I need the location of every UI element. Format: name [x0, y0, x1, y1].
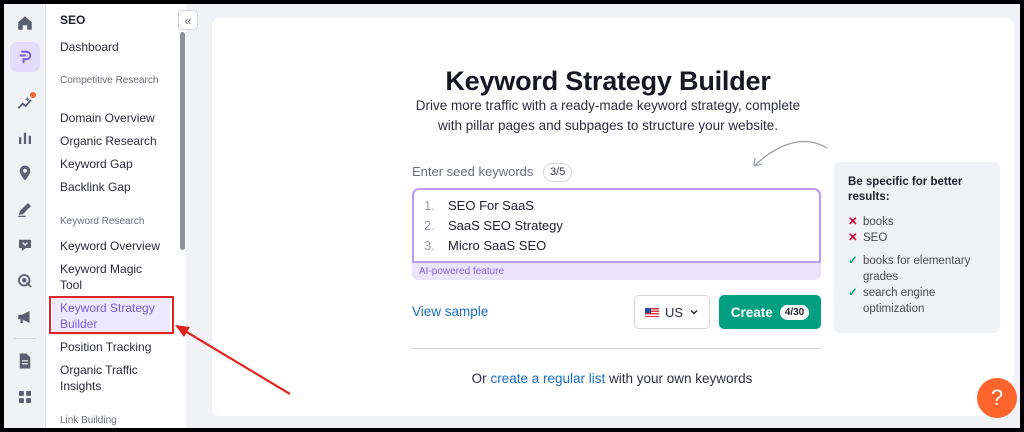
seed-line-number: 1.: [424, 198, 435, 213]
collapse-sidebar-button[interactable]: «: [178, 10, 198, 30]
create-button[interactable]: Create 4/30: [719, 295, 821, 329]
page-title: Keyword Strategy Builder: [445, 66, 771, 96]
document-icon[interactable]: [12, 348, 38, 374]
page-subtitle: Drive more traffic with a ready-made key…: [415, 98, 801, 133]
cross-icon: ✕: [848, 232, 858, 244]
country-value: US: [664, 304, 684, 320]
or-suffix-text: with your own keywords: [609, 371, 753, 386]
seed-line-number: 2.: [424, 218, 435, 233]
tip-good-example: ✓ books for elementary grades: [848, 253, 986, 285]
create-regular-list-link[interactable]: create a regular list: [490, 371, 605, 386]
help-button[interactable]: ?: [977, 378, 1017, 418]
seed-keyword-text: SaaS SEO Strategy: [448, 218, 563, 233]
apps-grid-icon[interactable]: [12, 384, 38, 410]
nav-item-dashboard[interactable]: Dashboard: [60, 39, 172, 55]
view-sample-link[interactable]: View sample: [412, 304, 488, 319]
advertising-icon[interactable]: [12, 268, 38, 294]
regular-list-prompt: Or create a regular list with your own k…: [212, 371, 1012, 386]
seed-keyword-line: 2. SaaS SEO Strategy: [424, 218, 563, 233]
rail-divider: [14, 338, 36, 339]
nav-item-organic-research[interactable]: Organic Research: [60, 133, 172, 149]
nav-scrollbar[interactable]: [180, 32, 185, 250]
tip-good-example: ✓ search engine optimization: [848, 285, 986, 317]
annotation-highlight-box: [49, 296, 174, 334]
icon-rail: [4, 4, 46, 428]
ai-trends-icon[interactable]: [12, 90, 38, 116]
create-quota-badge: 4/30: [779, 304, 810, 320]
check-icon: ✓: [848, 287, 858, 299]
divider: [412, 348, 821, 349]
content-pen-icon[interactable]: [12, 196, 38, 222]
nav-title: SEO: [60, 13, 86, 27]
nav-section-link-building: Link Building: [60, 415, 117, 426]
question-mark-icon: ?: [990, 385, 1004, 410]
check-icon: ✓: [848, 255, 858, 267]
nav-section-competitive-research: Competitive Research: [60, 75, 159, 86]
seo-nav-panel: SEO Dashboard Competitive Research Domai…: [46, 4, 178, 428]
seed-keyword-text: SEO For SaaS: [448, 198, 534, 213]
social-megaphone-icon[interactable]: [12, 304, 38, 330]
country-select[interactable]: US: [634, 295, 710, 329]
tip-text: books: [863, 216, 894, 228]
seed-keywords-label: Enter seed keywords: [412, 164, 534, 179]
seo-toolkit-icon[interactable]: [10, 42, 40, 72]
double-chevron-left-icon: «: [184, 12, 192, 28]
ai-icon[interactable]: [12, 232, 38, 258]
nav-item-keyword-overview[interactable]: Keyword Overview: [60, 238, 172, 254]
create-button-label: Create: [730, 304, 773, 320]
nav-item-position-tracking[interactable]: Position Tracking: [60, 339, 172, 355]
home-icon[interactable]: [12, 10, 38, 36]
reports-chart-icon[interactable]: [12, 125, 38, 151]
seed-count-badge: 3/5: [543, 163, 573, 182]
ai-powered-label: AI-powered feature: [412, 263, 821, 280]
nav-item-domain-overview[interactable]: Domain Overview: [60, 110, 172, 126]
curved-arrow-icon: [753, 141, 828, 167]
nav-item-keyword-gap[interactable]: Keyword Gap: [60, 156, 172, 172]
tip-text: SEO: [863, 232, 888, 244]
nav-item-keyword-magic-tool[interactable]: Keyword Magic Tool: [60, 261, 160, 293]
nav-item-backlink-gap[interactable]: Backlink Gap: [60, 179, 172, 195]
tips-panel: Be specific for better results: ✕ books ✕…: [834, 162, 1000, 333]
seed-keywords-input[interactable]: 1. SEO For SaaS 2. SaaS SEO Strategy 3. Mic…: [412, 188, 821, 263]
tip-bad-example: ✕ books: [848, 214, 986, 230]
strategy-builder-card: Keyword Strategy Builder Drive more traf…: [212, 18, 1014, 416]
notification-dot: [29, 91, 37, 99]
nav-item-organic-traffic-insights[interactable]: Organic Traffic Insights: [60, 362, 155, 394]
seed-keyword-text: Micro SaaS SEO: [448, 238, 547, 253]
nav-section-keyword-research: Keyword Research: [60, 216, 145, 227]
tips-title: Be specific for better results:: [848, 176, 963, 203]
us-flag-icon: [644, 307, 659, 317]
chevron-down-icon: [690, 309, 698, 315]
seed-line-number: 3.: [424, 238, 435, 253]
or-prefix-text: Or: [471, 371, 487, 386]
tip-text: books for elementary grades: [863, 255, 971, 283]
local-pin-icon[interactable]: [12, 160, 38, 186]
seed-keyword-line: 3. Micro SaaS SEO: [424, 238, 546, 253]
tip-bad-example: ✕ SEO: [848, 230, 986, 246]
seed-keyword-line: 1. SEO For SaaS: [424, 198, 534, 213]
cross-icon: ✕: [848, 216, 858, 228]
app-window: SEO Dashboard Competitive Research Domai…: [4, 4, 1020, 428]
tip-text: search engine optimization: [863, 287, 936, 315]
